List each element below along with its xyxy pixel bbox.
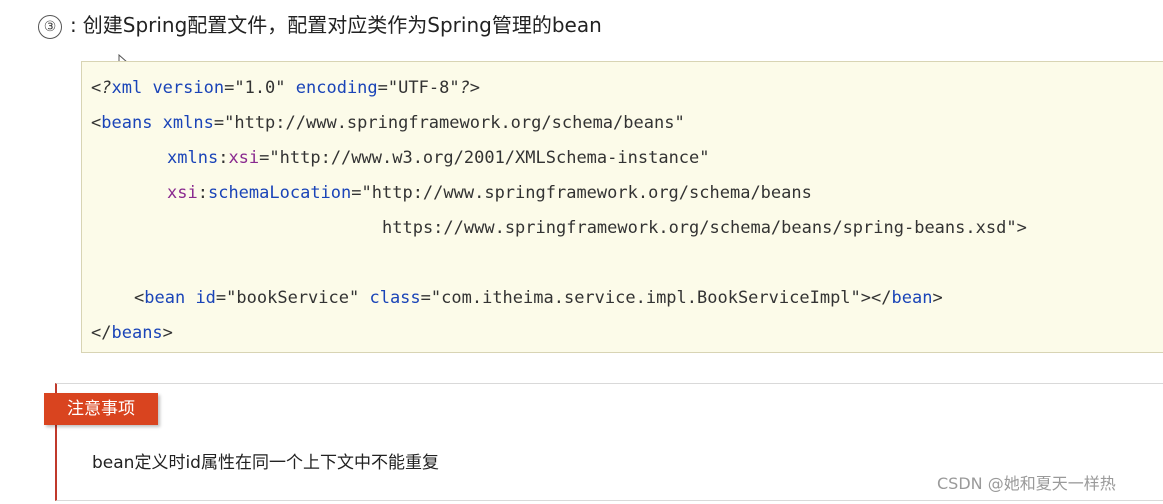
code-line-schema-location: xsi:schemaLocation="http://www.springfra… [167,183,812,203]
code-line-bean-definition: <bean id="bookService" class="com.itheim… [134,288,943,308]
note-label: 注意事项 [44,393,158,425]
code-line-schema-location-continued: https://www.springframework.org/schema/b… [382,218,1027,238]
heading-text: 创建Spring配置文件，配置对应类作为Spring管理的bean [82,13,602,37]
heading-separator: : [70,13,77,37]
code-line-beans-open: <beans xmlns="http://www.springframework… [91,113,685,133]
code-block: <?xml version="1.0" encoding="UTF-8"?> <… [81,61,1163,353]
code-line-xmlns-xsi: xmlns:xsi="http://www.w3.org/2001/XMLSch… [167,148,710,168]
section-heading: ③: 创建Spring配置文件，配置对应类作为Spring管理的bean [38,10,602,40]
code-line-beans-close: </beans> [91,323,173,343]
step-number-badge: ③ [38,15,62,39]
watermark: CSDN @她和夏天一样热 [937,474,1116,493]
code-line-xml-declaration: <?xml version="1.0" encoding="UTF-8"?> [91,78,481,98]
note-text: bean定义时id属性在同一个上下文中不能重复 [92,453,439,473]
